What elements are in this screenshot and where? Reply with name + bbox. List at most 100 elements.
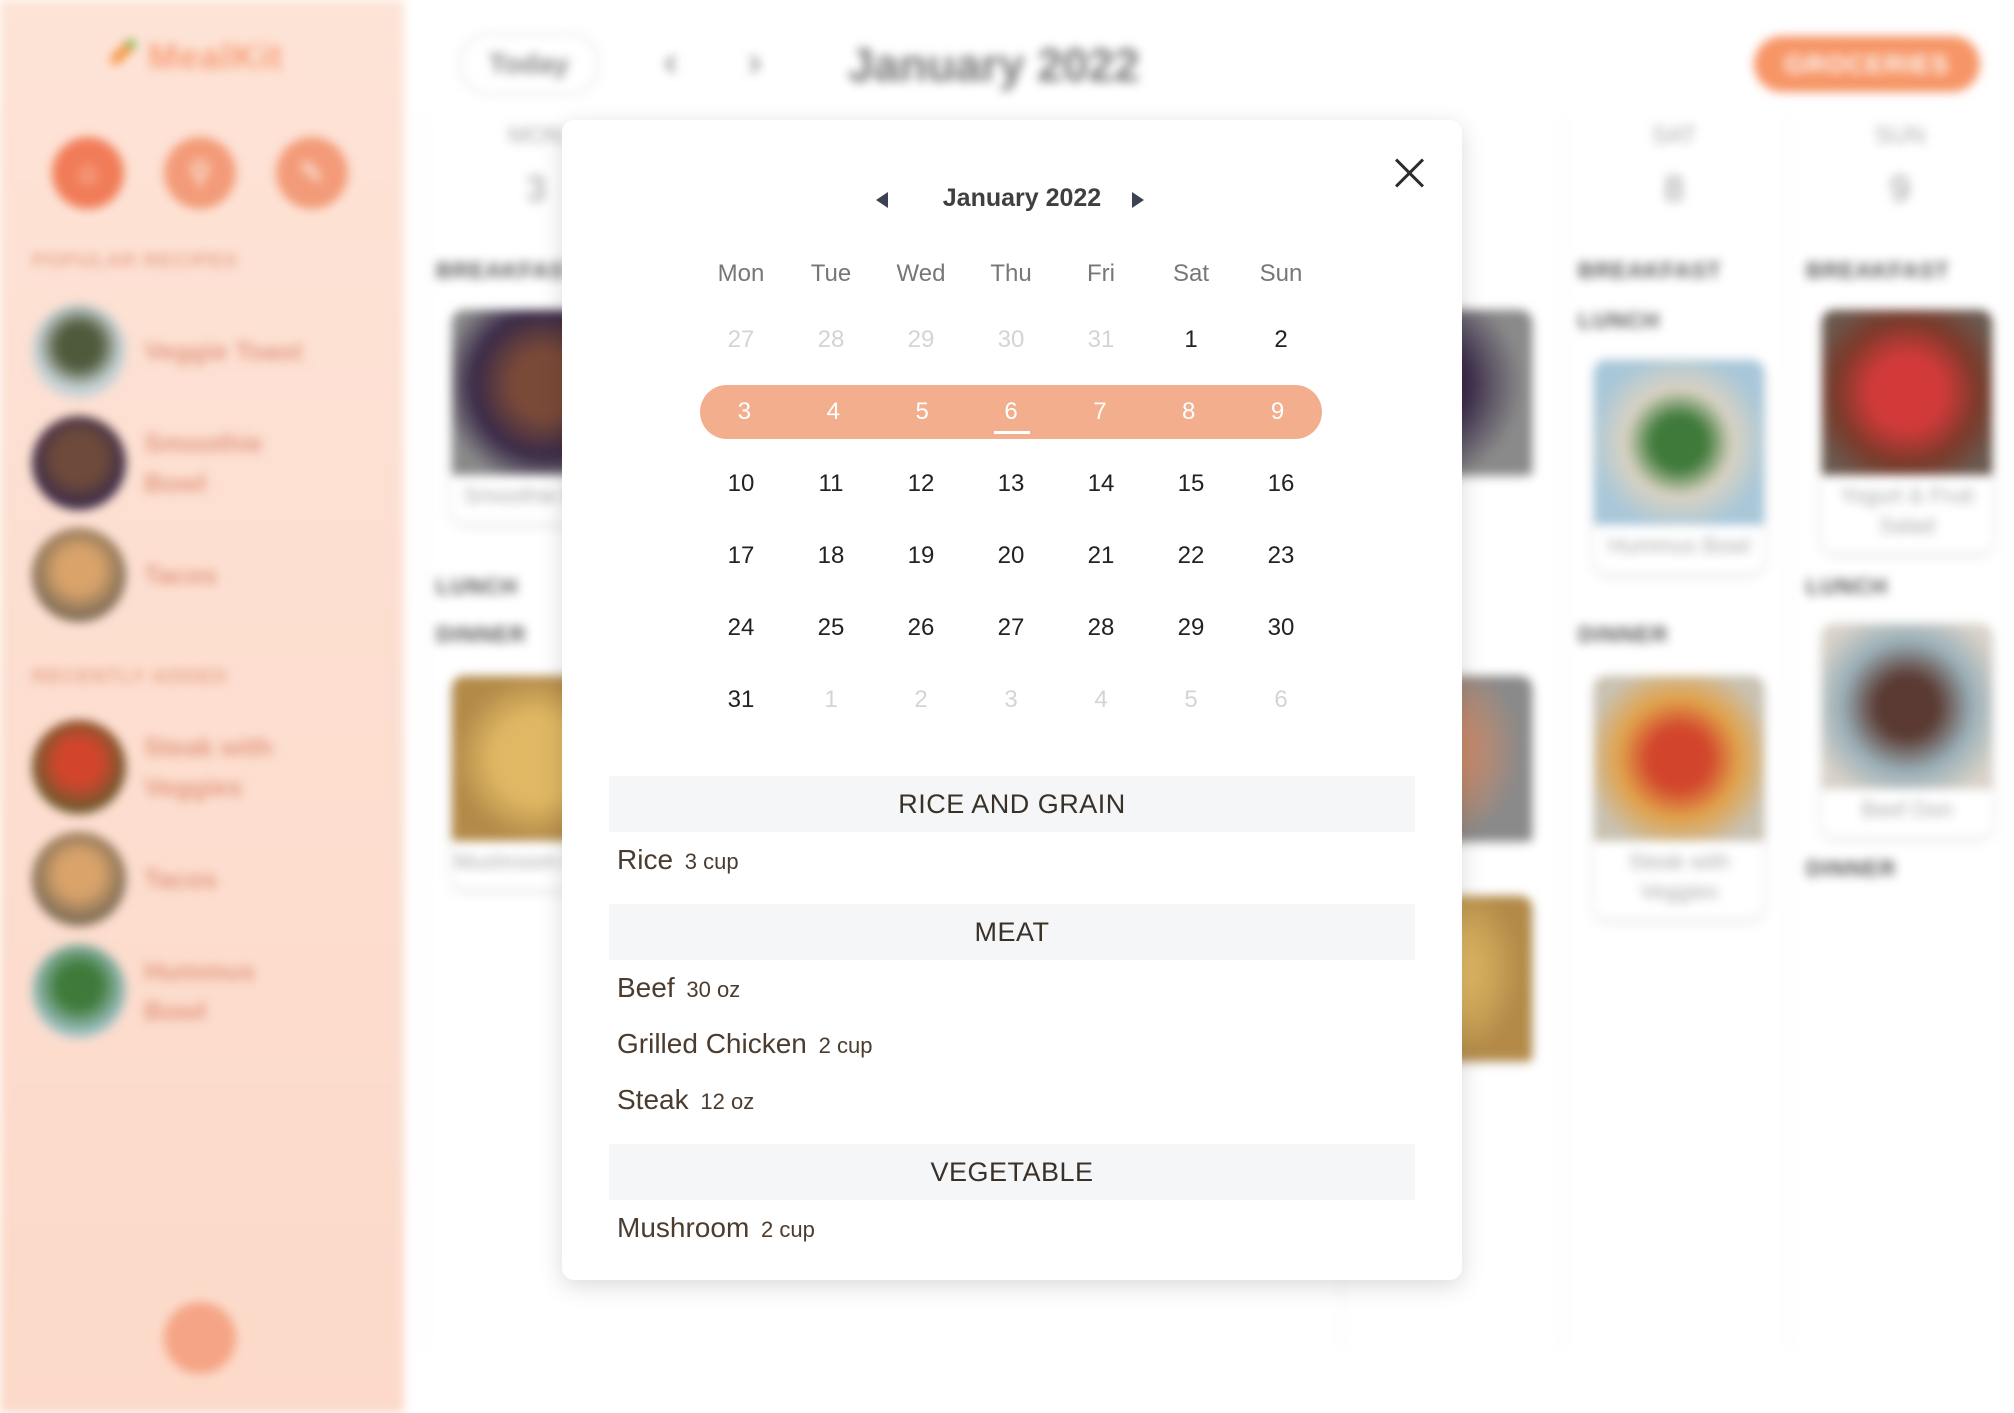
logo[interactable]: MealKit bbox=[104, 36, 283, 78]
calendar-day[interactable]: 24 bbox=[696, 610, 786, 646]
day-number: 9 bbox=[1889, 168, 1911, 209]
calendar-day[interactable]: 23 bbox=[1236, 538, 1326, 574]
meal-label-lunch: LUNCH bbox=[1578, 308, 1660, 333]
calendar-day[interactable]: 20 bbox=[966, 538, 1056, 574]
calendar-day[interactable]: 21 bbox=[1056, 538, 1146, 574]
grocery-list: RICE AND GRAIN Rice 3 cup MEAT Beef 30 o… bbox=[609, 776, 1415, 1256]
home-button[interactable]: ⌂ bbox=[52, 137, 124, 209]
search-button[interactable]: ⚲ bbox=[164, 137, 236, 209]
next-month-icon[interactable] bbox=[1132, 192, 1144, 208]
groceries-button[interactable]: GROCERIES bbox=[1754, 36, 1980, 92]
calendar-day[interactable]: 27 bbox=[966, 610, 1056, 646]
grocery-item-name: Mushroom bbox=[617, 1212, 750, 1243]
calendar-day[interactable]: 3 bbox=[700, 394, 789, 430]
sidebar-recipe-tacos-recent[interactable]: Tacos bbox=[32, 832, 324, 926]
day-number: 8 bbox=[1663, 168, 1685, 209]
calendar-day[interactable]: 19 bbox=[876, 538, 966, 574]
sidebar-recipe-steak-with-veggies[interactable]: Steak with Veggies bbox=[32, 720, 324, 814]
calendar-day-today[interactable]: 6 bbox=[967, 394, 1056, 434]
recipe-name: Steak with Veggies bbox=[144, 732, 273, 802]
calendar-day[interactable]: 30 bbox=[966, 322, 1056, 358]
calendar-day[interactable]: 6 bbox=[1236, 682, 1326, 718]
calendar-day[interactable]: 30 bbox=[1236, 610, 1326, 646]
grocery-modal: January 2022 Mon Tue Wed Thu Fri Sat Sun… bbox=[562, 120, 1462, 1280]
sidebar-recipe-smoothie-bowl[interactable]: Smoothie Bowl bbox=[32, 416, 324, 510]
profile-button[interactable] bbox=[164, 1302, 236, 1374]
calendar-day[interactable]: 2 bbox=[1236, 322, 1326, 358]
carrot-icon bbox=[104, 40, 138, 74]
weekday-label: Sun bbox=[1259, 260, 1303, 287]
grocery-item-name: Rice bbox=[617, 844, 674, 875]
weekday-label: Sat bbox=[1172, 260, 1210, 287]
calendar-day[interactable]: 3 bbox=[966, 682, 1056, 718]
calendar-day[interactable]: 10 bbox=[696, 466, 786, 502]
grocery-item[interactable]: Grilled Chicken 2 cup bbox=[609, 1016, 1415, 1072]
calendar-day[interactable]: 8 bbox=[1144, 394, 1233, 430]
grocery-item[interactable]: Steak 12 oz bbox=[609, 1072, 1415, 1128]
grocery-item-quantity: 3 cup bbox=[684, 849, 739, 874]
calendar-day[interactable]: 31 bbox=[1056, 322, 1146, 358]
weekday-label: Wed bbox=[896, 260, 946, 287]
calendar-day[interactable]: 4 bbox=[1056, 682, 1146, 718]
calendar-day[interactable]: 17 bbox=[696, 538, 786, 574]
prev-week-icon[interactable]: ‹ bbox=[664, 40, 677, 85]
next-week-icon[interactable]: › bbox=[748, 40, 761, 85]
calendar-day[interactable]: 11 bbox=[786, 466, 876, 502]
meal-image bbox=[1594, 676, 1764, 841]
calendar-day[interactable]: 31 bbox=[696, 682, 786, 718]
prev-month-icon[interactable] bbox=[876, 192, 888, 208]
meal-card[interactable]: Hummus Bowl bbox=[1594, 360, 1764, 573]
calendar-day[interactable]: 12 bbox=[876, 466, 966, 502]
calendar-day[interactable]: 13 bbox=[966, 466, 1056, 502]
calendar-day[interactable]: 2 bbox=[876, 682, 966, 718]
calendar-day[interactable]: 29 bbox=[876, 322, 966, 358]
meal-image bbox=[1822, 624, 1992, 789]
calendar-day[interactable]: 5 bbox=[878, 394, 967, 430]
calendar-day[interactable]: 1 bbox=[786, 682, 876, 718]
calendar-day[interactable]: 9 bbox=[1233, 394, 1322, 430]
calendar-day[interactable]: 7 bbox=[1055, 394, 1144, 430]
calendar-day[interactable]: 5 bbox=[1146, 682, 1236, 718]
calendar-day[interactable]: 4 bbox=[789, 394, 878, 430]
calendar-day[interactable]: 18 bbox=[786, 538, 876, 574]
calendar-week-selected[interactable]: 3 4 5 6 7 8 9 bbox=[700, 385, 1322, 439]
recipe-thumbnail bbox=[32, 528, 126, 622]
calendar-day[interactable]: 25 bbox=[786, 610, 876, 646]
calendar-day[interactable]: 29 bbox=[1146, 610, 1236, 646]
meal-label-dinner: DINNER bbox=[436, 622, 527, 647]
meal-image bbox=[1594, 360, 1764, 525]
sidebar: MealKit ⌂ ⚲ ✎ POPULAR RECIPES Veggie Toa… bbox=[0, 0, 404, 1413]
grocery-item[interactable]: Mushroom 2 cup bbox=[609, 1200, 1415, 1256]
today-button[interactable]: Today bbox=[458, 32, 600, 96]
sidebar-recipe-hummus-bowl[interactable]: Hummus Bowl bbox=[32, 944, 324, 1038]
calendar-day[interactable]: 27 bbox=[696, 322, 786, 358]
calendar-day[interactable]: 16 bbox=[1236, 466, 1326, 502]
grocery-item[interactable]: Rice 3 cup bbox=[609, 832, 1415, 888]
calendar-day[interactable]: 1 bbox=[1146, 322, 1236, 358]
grocery-item[interactable]: Beef 30 oz bbox=[609, 960, 1415, 1016]
meal-card[interactable]: Yogurt & Fruit Salad bbox=[1822, 310, 1992, 553]
meal-label-lunch: LUNCH bbox=[436, 574, 518, 599]
sidebar-recipe-veggie-toast[interactable]: Veggie Toast bbox=[32, 304, 324, 398]
calendar-day[interactable]: 14 bbox=[1056, 466, 1146, 502]
edit-button[interactable]: ✎ bbox=[276, 137, 348, 209]
calendar-day[interactable]: 22 bbox=[1146, 538, 1236, 574]
calendar-day[interactable]: 26 bbox=[876, 610, 966, 646]
recipe-thumbnail bbox=[32, 944, 126, 1038]
calendar-day[interactable]: 15 bbox=[1146, 466, 1236, 502]
sidebar-recipe-tacos[interactable]: Tacos bbox=[32, 528, 324, 622]
day-name: SUN bbox=[1874, 122, 1926, 149]
meal-label-dinner: DINNER bbox=[1578, 622, 1669, 647]
meal-card[interactable]: Steak with Veggies bbox=[1594, 676, 1764, 919]
grocery-category: MEAT bbox=[609, 904, 1415, 960]
recipe-name: Veggie Toast bbox=[144, 336, 303, 366]
meal-name: Steak with Veggies bbox=[1628, 849, 1730, 904]
popular-recipes-heading: POPULAR RECIPES bbox=[32, 250, 239, 272]
meal-card[interactable]: Beef Don bbox=[1822, 624, 1992, 837]
grocery-item-quantity: 2 cup bbox=[761, 1217, 815, 1242]
calendar-day[interactable]: 28 bbox=[1056, 610, 1146, 646]
meal-label-breakfast: BREAKFAST bbox=[436, 258, 580, 283]
recipe-thumbnail bbox=[32, 304, 126, 398]
meal-label-lunch: LUNCH bbox=[1806, 574, 1888, 599]
calendar-day[interactable]: 28 bbox=[786, 322, 876, 358]
